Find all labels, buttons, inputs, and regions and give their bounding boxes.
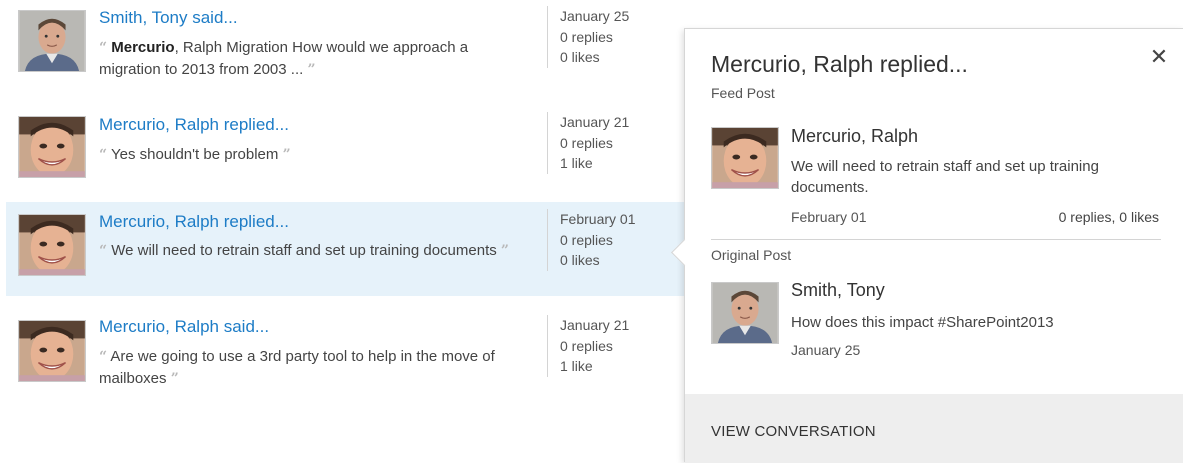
ralph-mercurio-avatar[interactable] — [18, 116, 86, 178]
feed-item-quote: “ We will need to retrain staff and set … — [99, 242, 509, 259]
feed-post-date: February 01 — [791, 209, 867, 225]
mention-link[interactable]: Mercurio — [111, 39, 174, 56]
feed-item-meta: January 25 0 replies 0 likes — [547, 6, 629, 68]
feed-item-replies[interactable]: 0 replies — [560, 27, 629, 48]
open-quote-icon: “ — [99, 147, 108, 163]
feed-item[interactable]: Mercurio, Ralph said... “ Are we going t… — [6, 310, 686, 404]
conversation-popup: Mercurio, Ralph replied... ✕ Feed Post M… — [671, 28, 1183, 463]
feed-item-title-link[interactable]: Mercurio, Ralph replied... — [99, 115, 289, 135]
feed-item-quote: “ Are we going to use a 3rd party tool t… — [99, 348, 495, 387]
open-quote-icon: “ — [99, 40, 108, 56]
close-quote-icon: ” — [500, 243, 509, 259]
feed-item-likes[interactable]: 0 likes — [560, 47, 629, 68]
feed-item-replies[interactable]: 0 replies — [560, 133, 629, 154]
close-quote-icon: ” — [170, 371, 179, 387]
open-quote-icon: “ — [99, 243, 108, 259]
feed-post-text: We will need to retrain staff and set up… — [791, 158, 1099, 196]
ralph-mercurio-avatar[interactable] — [711, 127, 779, 189]
feed-post-stats[interactable]: 0 replies, 0 likes — [1059, 209, 1159, 225]
feed-item-likes[interactable]: 1 like — [560, 356, 629, 377]
tony-smith-avatar[interactable] — [711, 282, 779, 344]
close-quote-icon: ” — [307, 62, 316, 78]
feed-item-likes[interactable]: 1 like — [560, 153, 629, 174]
open-quote-icon: “ — [99, 349, 108, 365]
feed-item-date: January 21 — [560, 114, 630, 130]
ralph-mercurio-avatar[interactable] — [18, 214, 86, 276]
feed-item-selected[interactable]: Mercurio, Ralph replied... “ We will nee… — [6, 202, 686, 296]
feed-post-label: Feed Post — [711, 85, 775, 101]
close-quote-icon: ” — [282, 147, 291, 163]
original-post-date: January 25 — [791, 342, 861, 358]
feed-item[interactable]: Smith, Tony said... “ Mercurio, Ralph Mi… — [6, 0, 686, 94]
feed-list: Smith, Tony said... “ Mercurio, Ralph Mi… — [0, 0, 686, 462]
original-post-author[interactable]: Smith, Tony — [791, 280, 885, 301]
tony-smith-avatar[interactable] — [18, 10, 86, 72]
feed-item-title-link[interactable]: Mercurio, Ralph said... — [99, 317, 269, 337]
feed-item[interactable]: Mercurio, Ralph replied... “ Yes shouldn… — [6, 106, 686, 200]
view-conversation-link[interactable]: VIEW CONVERSATION — [711, 423, 876, 440]
popup-title: Mercurio, Ralph replied... — [711, 51, 968, 77]
ralph-mercurio-avatar[interactable] — [18, 320, 86, 382]
feed-item-date: January 25 — [560, 8, 630, 24]
feed-item-title-link[interactable]: Smith, Tony said... — [99, 8, 238, 28]
feed-item-quote: “ Mercurio, Ralph Migration How would we… — [99, 39, 469, 78]
feed-item-likes[interactable]: 0 likes — [560, 250, 635, 271]
feed-item-date: February 01 — [560, 211, 636, 227]
feed-item-meta: January 21 0 replies 1 like — [547, 112, 629, 174]
feed-item-replies[interactable]: 0 replies — [560, 230, 635, 251]
popup-footer: VIEW CONVERSATION — [685, 394, 1183, 463]
feed-item-title-link[interactable]: Mercurio, Ralph replied... — [99, 212, 289, 232]
feed-item-date: January 21 — [560, 317, 630, 333]
feed-item-quote: “ Yes shouldn't be problem ” — [99, 146, 291, 163]
original-post-text: How does this impact #SharePoint2013 — [791, 314, 1054, 331]
close-icon[interactable]: ✕ — [1147, 45, 1171, 69]
feed-item-meta: February 01 0 replies 0 likes — [547, 209, 635, 271]
feed-item-replies[interactable]: 0 replies — [560, 336, 629, 357]
original-post-label: Original Post — [711, 247, 792, 263]
divider — [711, 239, 1161, 240]
feed-item-meta: January 21 0 replies 1 like — [547, 315, 629, 377]
feed-post-author[interactable]: Mercurio, Ralph — [791, 126, 918, 147]
